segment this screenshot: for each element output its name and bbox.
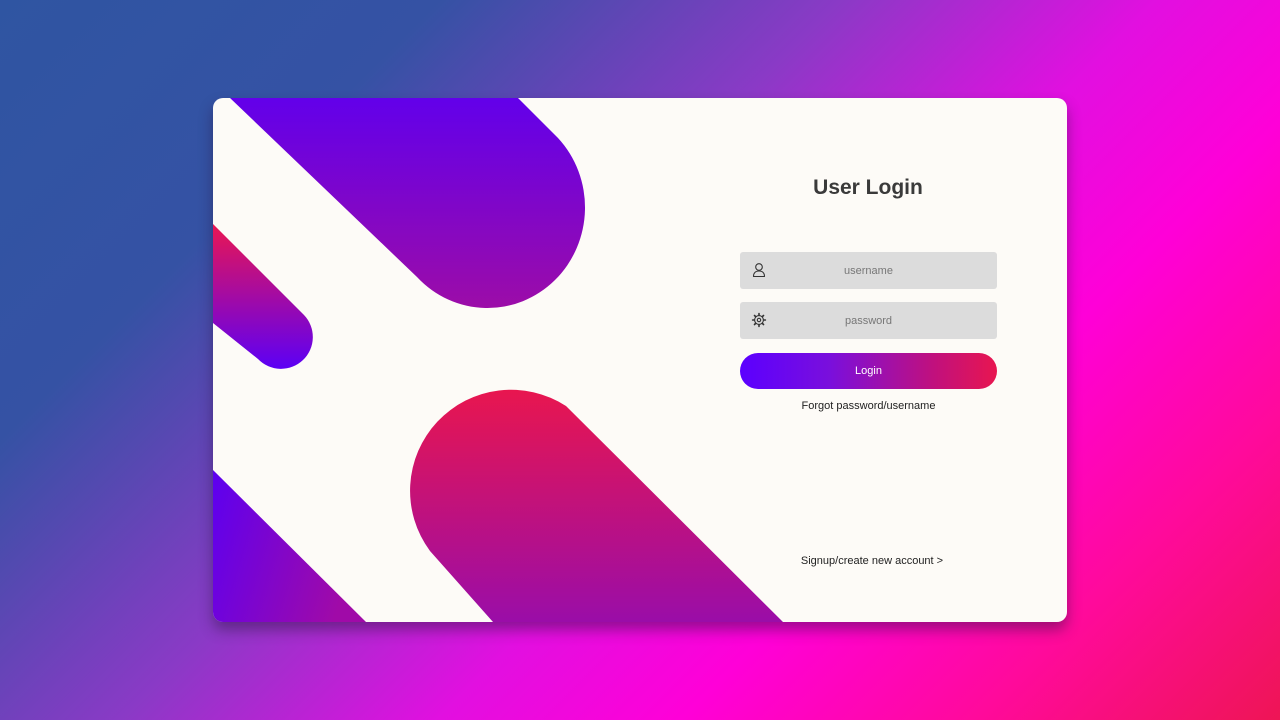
forgot-password-link[interactable]: Forgot password/username xyxy=(740,400,997,412)
password-input[interactable] xyxy=(776,302,961,339)
login-card: User Login Login Forgot password/use xyxy=(213,98,1067,622)
password-field xyxy=(740,302,997,339)
page-title: User Login xyxy=(813,176,923,199)
user-icon xyxy=(752,263,766,278)
username-field xyxy=(740,252,997,289)
large-crimson-stripe xyxy=(410,389,783,622)
top-violet-stripe xyxy=(230,98,586,309)
small-left-stripe xyxy=(213,224,313,369)
username-input[interactable] xyxy=(776,252,961,289)
gear-icon xyxy=(751,312,767,328)
bottom-left-corner-stripe xyxy=(213,470,366,622)
signup-link[interactable]: Signup/create new account > xyxy=(740,555,1004,567)
login-button[interactable]: Login xyxy=(740,353,997,389)
